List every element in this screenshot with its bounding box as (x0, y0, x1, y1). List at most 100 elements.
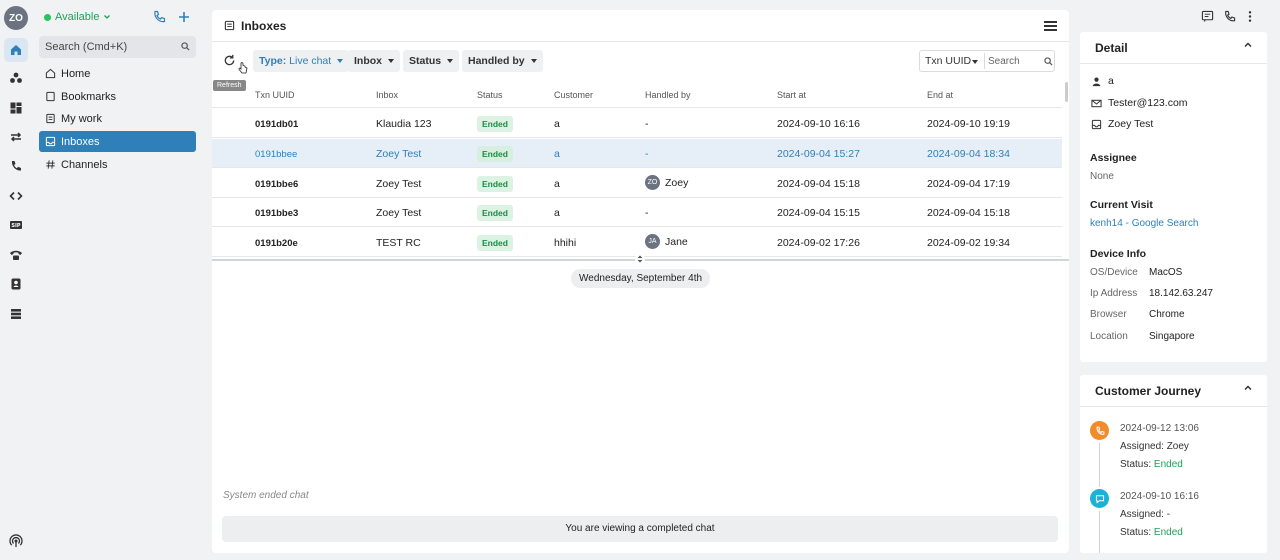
inbox-filter-dropdown[interactable]: Inbox (348, 50, 400, 72)
txn-uuid: 0191bbee (255, 149, 298, 160)
nav-item-my-work[interactable]: My work (39, 108, 196, 129)
user-avatar[interactable]: ZO (4, 6, 28, 30)
nav-item-label: Home (61, 67, 91, 80)
team-icon[interactable] (4, 66, 28, 90)
txn-search-input[interactable]: Search (988, 56, 1020, 67)
phone-icon[interactable] (152, 10, 166, 24)
customer-cell: a (554, 148, 560, 160)
table-row[interactable]: 0191bbe3 Zoey Test Ended a - 2024-09-04 … (212, 198, 1062, 227)
customer-name-row: a (1091, 75, 1114, 87)
svg-text:SIP: SIP (11, 223, 20, 229)
table-row[interactable]: 0191db01 Klaudia 123 Ended a - 2024-09-1… (212, 109, 1062, 138)
availability-dropdown[interactable]: Available (44, 11, 111, 23)
column-header[interactable]: Handled by (645, 90, 691, 100)
journey-event[interactable]: 2024-09-12 13:06 Assigned: Zoey Status: … (1120, 420, 1199, 474)
detail-title: Detail (1095, 41, 1128, 55)
inboxes-panel: Inboxes Type: Live chat Inbox Status Han… (212, 10, 1069, 553)
caret-down-icon (447, 59, 454, 63)
menu-icon[interactable] (1044, 20, 1057, 32)
device-value: Singapore (1149, 331, 1195, 342)
status-badge: Ended (477, 176, 513, 192)
refresh-icon[interactable] (223, 54, 236, 67)
device-key: Browser (1090, 309, 1127, 320)
journey-event-time: 2024-09-10 16:16 (1120, 491, 1199, 502)
customer-cell: a (554, 207, 560, 219)
column-header[interactable]: Start at (777, 90, 806, 100)
home-icon[interactable] (4, 38, 28, 62)
home-icon (45, 68, 56, 79)
storage-icon[interactable] (4, 302, 28, 326)
end-at-cell: 2024-09-02 19:34 (927, 237, 1010, 249)
panel-header: Inboxes (212, 10, 1069, 42)
device-value: 18.142.63.247 (1149, 288, 1213, 299)
resize-handle-icon[interactable] (635, 254, 645, 264)
search-icon (1044, 57, 1053, 66)
more-vertical-icon[interactable] (1246, 10, 1254, 23)
handled-by-filter-dropdown[interactable]: Handled by (462, 50, 543, 72)
table-row[interactable]: 0191bbe6 Zoey Test Ended a ZO Zoey 2024-… (212, 169, 1062, 198)
filter-toolbar: Type: Live chat Inbox Status Handled by … (212, 50, 1069, 74)
code-icon[interactable] (4, 184, 28, 208)
nav-item-inboxes[interactable]: Inboxes (39, 131, 196, 152)
agent-avatar: JA (645, 234, 660, 249)
caret-down-icon (972, 60, 978, 64)
table-row[interactable]: 0191b20e TEST RC Ended hhihi JA Jane 202… (212, 228, 1062, 257)
device-value: MacOS (1149, 267, 1183, 278)
nav-item-channels[interactable]: Channels (39, 154, 196, 175)
status-filter-dropdown[interactable]: Status (403, 50, 460, 72)
inbox-cell: Zoey Test (376, 178, 422, 190)
briefcase-icon (46, 113, 55, 124)
txn-uuid: 0191b20e (255, 238, 298, 249)
chevron-up-icon[interactable] (1243, 383, 1253, 393)
chevron-down-icon (104, 15, 111, 19)
inbox-cell: TEST RC (376, 237, 421, 249)
current-visit-label: Current Visit (1090, 199, 1153, 211)
column-header[interactable]: Txn UUID (255, 90, 295, 100)
customer-email: Tester@123.com (1108, 97, 1188, 109)
agent-avatar: ZO (645, 175, 660, 190)
nav-item-label: Channels (61, 158, 108, 171)
status-badge: Ended (477, 205, 513, 221)
search-by-select[interactable]: Txn UUID (925, 55, 971, 67)
global-search-input[interactable]: Search (Cmd+K) (39, 36, 196, 58)
current-visit-link[interactable]: kenh14 - Google Search (1090, 218, 1198, 229)
column-header[interactable]: End at (927, 90, 953, 100)
chevron-up-icon[interactable] (1243, 40, 1253, 50)
journey-event-assigned: Assigned: - (1120, 509, 1171, 520)
detail-panel: Detail a Tester@123.com Zoey Test Assign… (1080, 32, 1267, 362)
contact-card-icon[interactable] (4, 272, 28, 296)
add-icon[interactable] (177, 10, 191, 24)
call-log-icon[interactable] (4, 154, 28, 178)
phone-icon[interactable] (1223, 10, 1236, 23)
column-header[interactable]: Inbox (376, 90, 398, 100)
device-key: Ip Address (1090, 288, 1138, 299)
nav-item-bookmarks[interactable]: Bookmarks (39, 86, 196, 107)
journey-event[interactable]: 2024-09-10 16:16 Assigned: - Status: End… (1120, 488, 1199, 542)
page-title: Inboxes (241, 19, 287, 33)
customer-cell: a (554, 178, 560, 190)
column-header[interactable]: Customer (554, 90, 593, 100)
date-divider: Wednesday, September 4th (571, 269, 711, 288)
table-scrollbar[interactable] (1065, 82, 1068, 102)
telephone-icon[interactable] (4, 243, 28, 267)
table-header: Txn UUID Inbox Status Customer Handled b… (212, 82, 1062, 108)
sip-icon[interactable]: SIP (4, 213, 28, 237)
status-dot (44, 13, 51, 21)
broadcast-icon[interactable] (4, 529, 28, 553)
email-row: Tester@123.com (1091, 97, 1188, 109)
message-icon[interactable] (1201, 10, 1214, 23)
phone-icon (1090, 421, 1109, 440)
start-at-cell: 2024-09-04 15:15 (777, 207, 860, 219)
nav-sidebar: Available Search (Cmd+K) Home Bookmarks … (32, 0, 202, 560)
txn-search-field[interactable]: Txn UUID Search (919, 50, 1055, 72)
icon-rail: ZO SIP (0, 0, 32, 560)
caret-down-icon (337, 59, 344, 63)
type-filter-dropdown[interactable]: Type: Live chat (253, 50, 350, 72)
nav-item-home[interactable]: Home (39, 63, 196, 84)
table-row-selected[interactable]: 0191bbee Zoey Test Ended a - 2024-09-04 … (212, 139, 1062, 168)
transfer-icon[interactable] (4, 125, 28, 149)
column-header[interactable]: Status (477, 90, 503, 100)
completed-chat-notice: You are viewing a completed chat (222, 516, 1058, 542)
nav-item-label: My work (61, 112, 102, 125)
dashboard-icon[interactable] (4, 96, 28, 120)
